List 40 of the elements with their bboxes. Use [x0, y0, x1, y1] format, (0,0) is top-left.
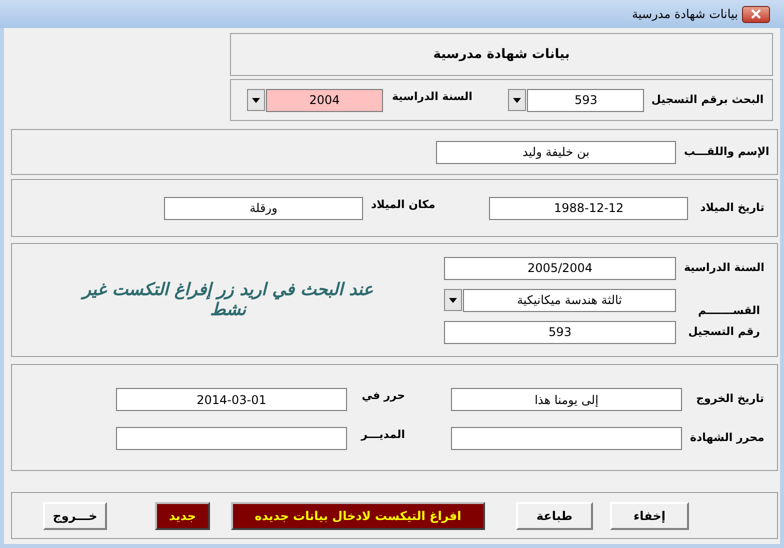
input-field[interactable]: 2005/2004	[444, 256, 676, 280]
input-field[interactable]	[451, 427, 682, 450]
close-button[interactable]	[742, 6, 770, 22]
input-field[interactable]: 593	[444, 320, 676, 344]
dropdown-button[interactable]	[444, 289, 462, 311]
input-field[interactable]: إلى يومنا هذا	[451, 388, 682, 411]
action-button[interactable]: خـــروج	[43, 502, 107, 530]
form-heading: بيانات شهادة مدرسية	[433, 46, 570, 64]
field-label: المديـــر	[360, 427, 405, 443]
window-title: بيانات شهادة مدرسية	[632, 6, 738, 23]
field-label: مكان الميلاد	[371, 197, 436, 213]
input-field[interactable]: ثالثة هندسة ميكانيكية	[463, 288, 676, 312]
action-button[interactable]: طباعة	[516, 502, 593, 530]
field-label: السنة الدراسية	[392, 89, 472, 105]
input-field[interactable]: ورقلة	[164, 196, 363, 220]
dropdown-button[interactable]	[508, 89, 526, 111]
caret-icon	[252, 98, 260, 102]
caret-icon	[513, 98, 522, 102]
input-field[interactable]: 593	[527, 88, 644, 112]
dropdown-button[interactable]	[247, 89, 265, 111]
field-label: رقم التسجيل	[687, 324, 760, 340]
field-label: تاريخ الميلاد	[699, 200, 764, 216]
input-field[interactable]: بن خليفة وليد	[436, 140, 676, 164]
field-label: حرر في	[360, 388, 405, 404]
field-label: البحث برقم التسجيل	[651, 92, 764, 108]
action-button[interactable]: افراغ التيكست لادخال بيانات جديده	[231, 502, 485, 530]
field-label: القســـــــم	[697, 303, 760, 319]
field-label: محرر الشهادة	[690, 430, 764, 446]
info-note: عند البحث في اريد زر إفراغ التكست غير نشط	[80, 280, 374, 320]
input-field[interactable]: 2014-03-01	[116, 388, 347, 411]
field-label: السنة الدراسية	[684, 260, 764, 276]
caret-icon	[449, 298, 457, 302]
action-button[interactable]: إخفاء	[610, 502, 689, 530]
field-label: الإسم واللقـــب	[684, 144, 770, 160]
close-icon	[751, 9, 761, 19]
action-button[interactable]: جديد	[155, 502, 210, 530]
input-field[interactable]: 2004	[266, 88, 383, 112]
field-label: تاريخ الخروج	[695, 391, 764, 408]
input-field[interactable]: 1988-12-12	[489, 196, 688, 220]
input-field[interactable]	[116, 427, 347, 450]
